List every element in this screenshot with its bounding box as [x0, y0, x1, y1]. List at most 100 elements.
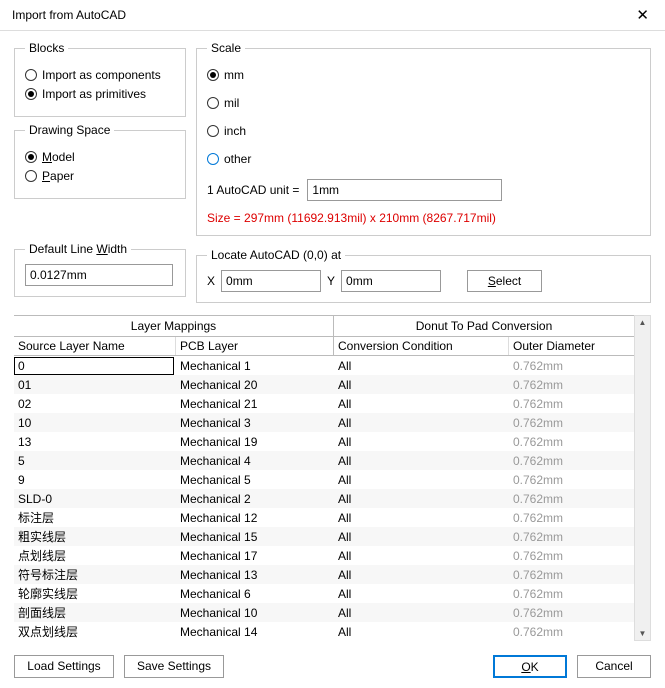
radio-icon	[25, 170, 37, 182]
table-row[interactable]: 13Mechanical 19All0.762mm	[14, 432, 634, 451]
radio-inch[interactable]: inch	[207, 124, 640, 138]
cell-cond: All	[334, 357, 509, 375]
col-conversion-condition[interactable]: Conversion Condition	[334, 337, 509, 355]
locate-group: Locate AutoCAD (0,0) at X Y Select	[196, 248, 651, 303]
table-row[interactable]: 双点划线层Mechanical 14All0.762mm	[14, 622, 634, 641]
unit-input[interactable]	[307, 179, 502, 201]
cell-pcb: Mechanical 17	[176, 547, 334, 565]
radio-label: mil	[224, 96, 239, 110]
cell-pcb: Mechanical 15	[176, 528, 334, 546]
cell-pcb: Mechanical 14	[176, 623, 334, 641]
cell-src: 剖面线层	[14, 602, 176, 623]
vertical-scrollbar[interactable]: ▲ ▼	[634, 315, 651, 641]
radio-label: mm	[224, 68, 244, 82]
default-line-width-group: Default Line Width	[14, 242, 186, 297]
cell-outer: 0.762mm	[509, 566, 634, 584]
cell-outer: 0.762mm	[509, 433, 634, 451]
table-row[interactable]: 符号标注层Mechanical 13All0.762mm	[14, 565, 634, 584]
radio-paper[interactable]: Paper	[25, 169, 175, 183]
radio-label: Model	[42, 150, 75, 164]
table-row[interactable]: 02Mechanical 21All0.762mm	[14, 394, 634, 413]
cell-src: 轮廓实线层	[14, 583, 176, 604]
col-outer-diameter[interactable]: Outer Diameter	[509, 337, 634, 355]
titlebar: Import from AutoCAD ✕	[0, 0, 665, 31]
cell-src: 5	[14, 452, 176, 470]
table-row[interactable]: 标注层Mechanical 12All0.762mm	[14, 508, 634, 527]
cell-cond: All	[334, 452, 509, 470]
close-icon[interactable]: ✕	[630, 6, 655, 24]
cell-src: 01	[14, 376, 176, 394]
radio-icon	[25, 151, 37, 163]
cell-outer: 0.762mm	[509, 585, 634, 603]
table-row[interactable]: 点划线层Mechanical 17All0.762mm	[14, 546, 634, 565]
cell-pcb: Mechanical 13	[176, 566, 334, 584]
cell-cond: All	[334, 585, 509, 603]
cell-outer: 0.762mm	[509, 395, 634, 413]
cell-pcb: Mechanical 10	[176, 604, 334, 622]
scale-legend: Scale	[207, 41, 245, 55]
cell-cond: All	[334, 566, 509, 584]
header-layer-mappings: Layer Mappings	[14, 316, 334, 337]
cell-cond: All	[334, 604, 509, 622]
cell-cond: All	[334, 547, 509, 565]
radio-other[interactable]: other	[207, 152, 640, 166]
radio-label: inch	[224, 124, 246, 138]
drawing-space-group: Drawing Space Model Paper	[14, 123, 186, 199]
table-row[interactable]: 粗实线层Mechanical 15All0.762mm	[14, 527, 634, 546]
source-layer-edit[interactable]: 0	[14, 357, 174, 375]
cell-outer: 0.762mm	[509, 547, 634, 565]
cell-outer: 0.762mm	[509, 452, 634, 470]
cell-pcb: Mechanical 5	[176, 471, 334, 489]
cell-src: 标注层	[14, 507, 176, 528]
default-line-width-input[interactable]	[25, 264, 173, 286]
radio-import-primitives[interactable]: Import as primitives	[25, 87, 175, 101]
cell-src: 10	[14, 414, 176, 432]
cancel-button[interactable]: Cancel	[577, 655, 651, 678]
unit-label: 1 AutoCAD unit =	[207, 183, 299, 197]
radio-model[interactable]: Model	[25, 150, 175, 164]
load-settings-button[interactable]: Load Settings	[14, 655, 114, 678]
cell-outer: 0.762mm	[509, 604, 634, 622]
cell-pcb: Mechanical 6	[176, 585, 334, 603]
radio-icon	[207, 97, 219, 109]
scale-group: Scale mm mil inch	[196, 41, 651, 236]
cell-src: 粗实线层	[14, 526, 176, 547]
radio-icon	[207, 69, 219, 81]
table-row[interactable]: 0Mechanical 1All0.762mm	[14, 356, 634, 375]
blocks-legend: Blocks	[25, 41, 68, 55]
radio-mil[interactable]: mil	[207, 96, 640, 110]
col-source-layer[interactable]: Source Layer Name	[14, 337, 176, 355]
cell-outer: 0.762mm	[509, 357, 634, 375]
locate-y-input[interactable]	[341, 270, 441, 292]
select-button[interactable]: Select	[467, 270, 542, 292]
cell-outer: 0.762mm	[509, 376, 634, 394]
cell-outer: 0.762mm	[509, 490, 634, 508]
table-row[interactable]: 10Mechanical 3All0.762mm	[14, 413, 634, 432]
table-row[interactable]: 9Mechanical 5All0.762mm	[14, 470, 634, 489]
table-row[interactable]: 01Mechanical 20All0.762mm	[14, 375, 634, 394]
cell-pcb: Mechanical 12	[176, 509, 334, 527]
cell-cond: All	[334, 376, 509, 394]
table-row[interactable]: 剖面线层Mechanical 10All0.762mm	[14, 603, 634, 622]
scroll-up-icon: ▲	[639, 318, 647, 327]
radio-mm[interactable]: mm	[207, 68, 640, 82]
save-settings-button[interactable]: Save Settings	[124, 655, 224, 678]
ok-button[interactable]: OK	[493, 655, 567, 678]
cell-pcb: Mechanical 2	[176, 490, 334, 508]
radio-import-components[interactable]: Import as components	[25, 68, 175, 82]
col-pcb-layer[interactable]: PCB Layer	[176, 337, 334, 355]
cell-outer: 0.762mm	[509, 414, 634, 432]
cell-outer: 0.762mm	[509, 528, 634, 546]
radio-label: Paper	[42, 169, 74, 183]
table-row[interactable]: 5Mechanical 4All0.762mm	[14, 451, 634, 470]
y-label: Y	[327, 274, 335, 288]
radio-label: Import as primitives	[42, 87, 146, 101]
radio-label: Import as components	[42, 68, 161, 82]
size-text: Size = 297mm (11692.913mil) x 210mm (826…	[207, 211, 640, 225]
table-row[interactable]: SLD-0Mechanical 2All0.762mm	[14, 489, 634, 508]
locate-x-input[interactable]	[221, 270, 321, 292]
cell-src: 9	[14, 471, 176, 489]
cell-pcb: Mechanical 20	[176, 376, 334, 394]
table-row[interactable]: 轮廓实线层Mechanical 6All0.762mm	[14, 584, 634, 603]
cell-src: 双点划线层	[14, 621, 176, 642]
